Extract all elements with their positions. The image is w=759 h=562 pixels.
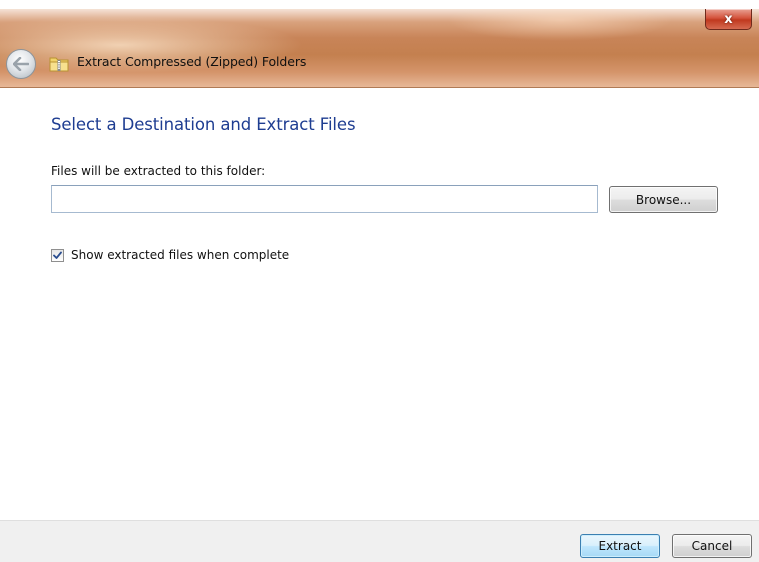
- checkmark-icon: [53, 251, 62, 259]
- page-heading: Select a Destination and Extract Files: [51, 115, 356, 134]
- cancel-button[interactable]: Cancel: [672, 534, 752, 558]
- destination-label: Files will be extracted to this folder:: [51, 164, 266, 178]
- show-files-label: Show extracted files when complete: [71, 248, 290, 262]
- browse-button[interactable]: Browse...: [609, 186, 718, 213]
- close-button[interactable]: x: [705, 9, 752, 30]
- show-files-option[interactable]: Show extracted files when complete: [51, 247, 289, 263]
- back-button[interactable]: [6, 49, 36, 79]
- show-files-checkbox[interactable]: [51, 248, 64, 262]
- extract-button[interactable]: Extract: [580, 534, 660, 558]
- destination-path-input[interactable]: [51, 185, 598, 213]
- title-bar: x Extract Compressed (Zipped) Folders: [0, 0, 759, 88]
- zipped-folder-icon: [49, 57, 69, 72]
- extract-wizard-window: x Extract Compressed (Zipped) Folders Se…: [0, 0, 759, 562]
- window-title: Extract Compressed (Zipped) Folders: [77, 54, 307, 69]
- close-icon: x: [724, 11, 733, 27]
- back-arrow-icon: [13, 57, 29, 71]
